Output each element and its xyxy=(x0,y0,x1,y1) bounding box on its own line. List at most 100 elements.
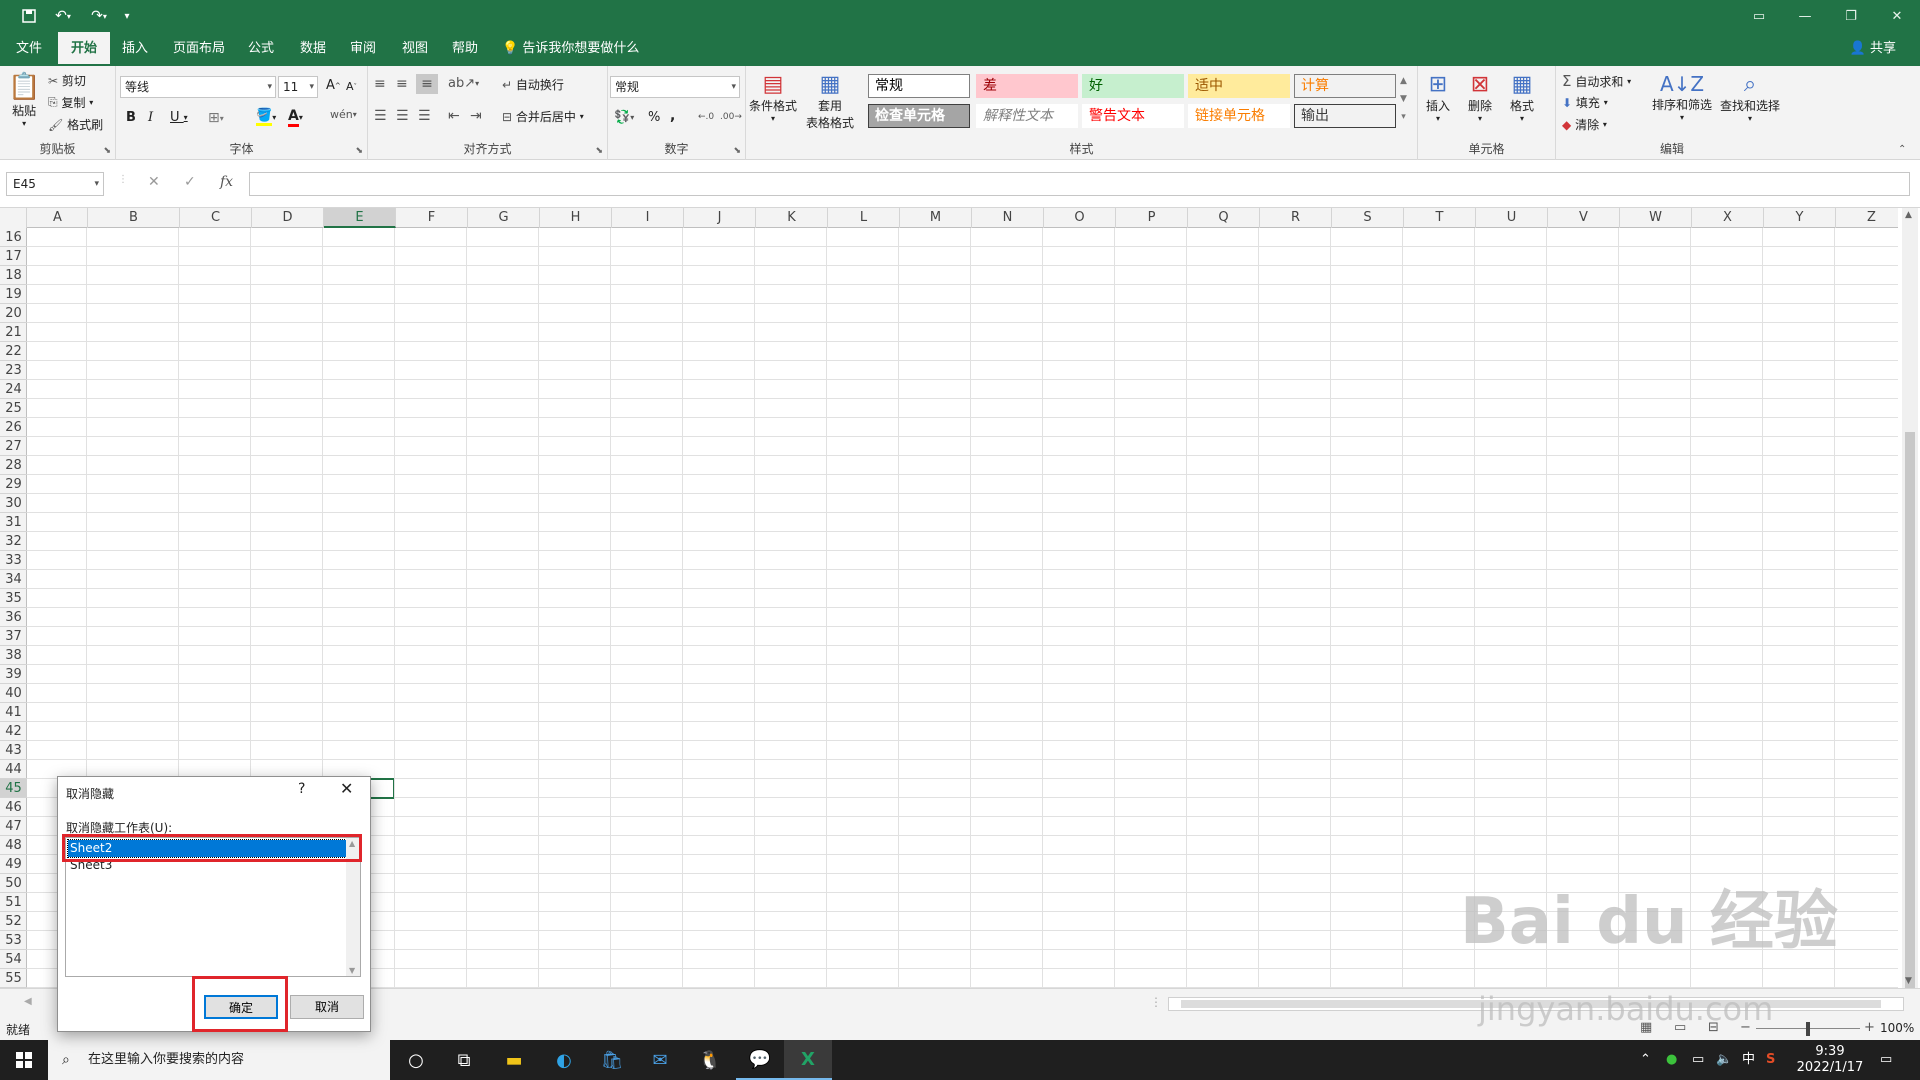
border-icon[interactable]: ⊞ ▾ xyxy=(208,110,224,126)
row-header[interactable]: 45 xyxy=(0,779,27,798)
column-header[interactable]: D xyxy=(252,208,324,228)
splitter-icon[interactable]: ⋮ xyxy=(1150,995,1162,1009)
row-header[interactable]: 41 xyxy=(0,703,27,722)
align-center-icon[interactable]: ☰ xyxy=(396,108,409,124)
store-icon[interactable]: 🛍 xyxy=(588,1040,636,1080)
font-name-combo[interactable]: 等线 ▾ xyxy=(120,76,276,98)
copy-button[interactable]: ⎘ 复制 ▾ xyxy=(48,94,93,111)
row-header[interactable]: 50 xyxy=(0,874,27,893)
column-header[interactable]: J xyxy=(684,208,756,228)
row-header[interactable]: 29 xyxy=(0,475,27,494)
align-top-icon[interactable]: ≡ xyxy=(374,76,386,92)
formula-input[interactable] xyxy=(249,172,1910,196)
column-header[interactable]: P xyxy=(1116,208,1188,228)
row-header[interactable]: 19 xyxy=(0,285,27,304)
select-all-corner[interactable] xyxy=(0,208,27,228)
row-header[interactable]: 49 xyxy=(0,855,27,874)
wrap-text-button[interactable]: ↵ 自动换行 xyxy=(502,76,564,93)
sheet-prev-icon[interactable]: ◀ xyxy=(24,996,32,1007)
column-header[interactable]: Z xyxy=(1836,208,1908,228)
enter-icon[interactable]: ✓ xyxy=(184,174,196,190)
row-header[interactable]: 47 xyxy=(0,817,27,836)
style-explanatory[interactable]: 解释性文本 xyxy=(976,104,1078,128)
file-explorer-icon[interactable]: ▬ xyxy=(490,1040,538,1080)
style-normal[interactable]: 常规 xyxy=(868,74,970,98)
sort-filter-button[interactable]: A↓Z 排序和筛选 ▾ xyxy=(1652,72,1712,122)
share-button[interactable]: 👤 共享 xyxy=(1850,32,1896,66)
cortana-icon[interactable]: ○ xyxy=(392,1040,440,1080)
increase-decimal-icon[interactable]: ←.0 xyxy=(698,112,714,122)
row-header[interactable]: 24 xyxy=(0,380,27,399)
clock[interactable]: 9:39 2022/1/17 xyxy=(1794,1040,1866,1080)
qq-icon[interactable]: 🐧 xyxy=(686,1040,734,1080)
insert-function-icon[interactable]: fx xyxy=(220,174,233,190)
clear-button[interactable]: ◆ 清除 ▾ xyxy=(1562,116,1607,133)
column-header[interactable]: I xyxy=(612,208,684,228)
edge-browser-icon[interactable]: ◐ xyxy=(540,1040,588,1080)
column-header[interactable]: O xyxy=(1044,208,1116,228)
row-header[interactable]: 21 xyxy=(0,323,27,342)
currency-icon[interactable]: 💱 ▾ xyxy=(614,110,634,125)
column-header[interactable]: M xyxy=(900,208,972,228)
sogou-icon[interactable]: S xyxy=(1766,1040,1775,1080)
mail-icon[interactable]: ✉ xyxy=(636,1040,684,1080)
autosum-button[interactable]: Σ 自动求和 ▾ xyxy=(1562,72,1631,90)
zoom-in-icon[interactable]: + xyxy=(1864,1020,1875,1035)
column-header[interactable]: A xyxy=(28,208,88,228)
underline-button[interactable]: U ▾ xyxy=(170,110,188,125)
row-header[interactable]: 38 xyxy=(0,646,27,665)
row-header[interactable]: 55 xyxy=(0,969,27,988)
volume-icon[interactable]: 🔈 xyxy=(1716,1040,1732,1080)
decrease-indent-icon[interactable]: ⇤ xyxy=(448,108,460,124)
tab-formulas[interactable]: 公式 xyxy=(244,32,278,66)
row-header[interactable]: 31 xyxy=(0,513,27,532)
column-header[interactable]: H xyxy=(540,208,612,228)
column-header[interactable]: C xyxy=(180,208,252,228)
row-header[interactable]: 25 xyxy=(0,399,27,418)
row-header[interactable]: 42 xyxy=(0,722,27,741)
scroll-down-icon[interactable]: ▼ xyxy=(349,966,355,975)
row-header[interactable]: 48 xyxy=(0,836,27,855)
column-header[interactable]: S xyxy=(1332,208,1404,228)
style-linked-cell[interactable]: 链接单元格 xyxy=(1188,104,1290,128)
row-header[interactable]: 18 xyxy=(0,266,27,285)
row-header[interactable]: 39 xyxy=(0,665,27,684)
phonetic-icon[interactable]: wén ▾ xyxy=(330,108,357,121)
decrease-decimal-icon[interactable]: .00→ xyxy=(720,112,742,122)
align-bottom-icon[interactable]: ≡ xyxy=(416,74,438,94)
network-icon[interactable]: ▭ xyxy=(1692,1040,1704,1080)
column-header[interactable]: E xyxy=(324,208,396,228)
dialog-launcher-icon[interactable]: ⬊ xyxy=(355,146,363,156)
format-as-table-button[interactable]: ▦ 套用 表格格式 xyxy=(802,72,858,131)
name-box[interactable]: E45 ▾ xyxy=(6,172,104,196)
column-header[interactable]: B xyxy=(88,208,180,228)
styles-scroll[interactable]: ▲ ▼ ▾ xyxy=(1400,72,1407,126)
column-header[interactable]: R xyxy=(1260,208,1332,228)
row-header[interactable]: 33 xyxy=(0,551,27,570)
column-header[interactable]: T xyxy=(1404,208,1476,228)
scroll-up-icon[interactable]: ▲ xyxy=(1905,210,1912,220)
row-header[interactable]: 20 xyxy=(0,304,27,323)
row-header[interactable]: 16 xyxy=(0,228,27,247)
row-header[interactable]: 35 xyxy=(0,589,27,608)
row-header[interactable]: 51 xyxy=(0,893,27,912)
column-header[interactable]: G xyxy=(468,208,540,228)
row-header[interactable]: 26 xyxy=(0,418,27,437)
save-icon[interactable] xyxy=(18,6,40,26)
task-view-icon[interactable]: ⧉ xyxy=(440,1040,488,1080)
row-header[interactable]: 27 xyxy=(0,437,27,456)
row-header[interactable]: 36 xyxy=(0,608,27,627)
cancel-icon[interactable]: ✕ xyxy=(148,174,160,190)
fill-button[interactable]: ⬇ 填充 ▾ xyxy=(1562,94,1608,111)
row-header[interactable]: 32 xyxy=(0,532,27,551)
conditional-format-button[interactable]: ▤ 条件格式 ▾ xyxy=(749,72,797,123)
scroll-down-icon[interactable]: ▼ xyxy=(1905,976,1912,986)
align-left-icon[interactable]: ☰ xyxy=(374,108,387,124)
insert-cells-button[interactable]: ⊞ 插入 ▾ xyxy=(1426,72,1450,123)
notification-icon[interactable]: ▭ xyxy=(1880,1040,1892,1080)
fill-color-button[interactable]: 🪣 ▾ xyxy=(256,108,276,126)
style-bad[interactable]: 差 xyxy=(976,74,1078,98)
row-header[interactable]: 23 xyxy=(0,361,27,380)
restore-icon[interactable]: ❐ xyxy=(1828,0,1874,32)
grow-font-icon[interactable]: A ^ xyxy=(326,78,341,93)
